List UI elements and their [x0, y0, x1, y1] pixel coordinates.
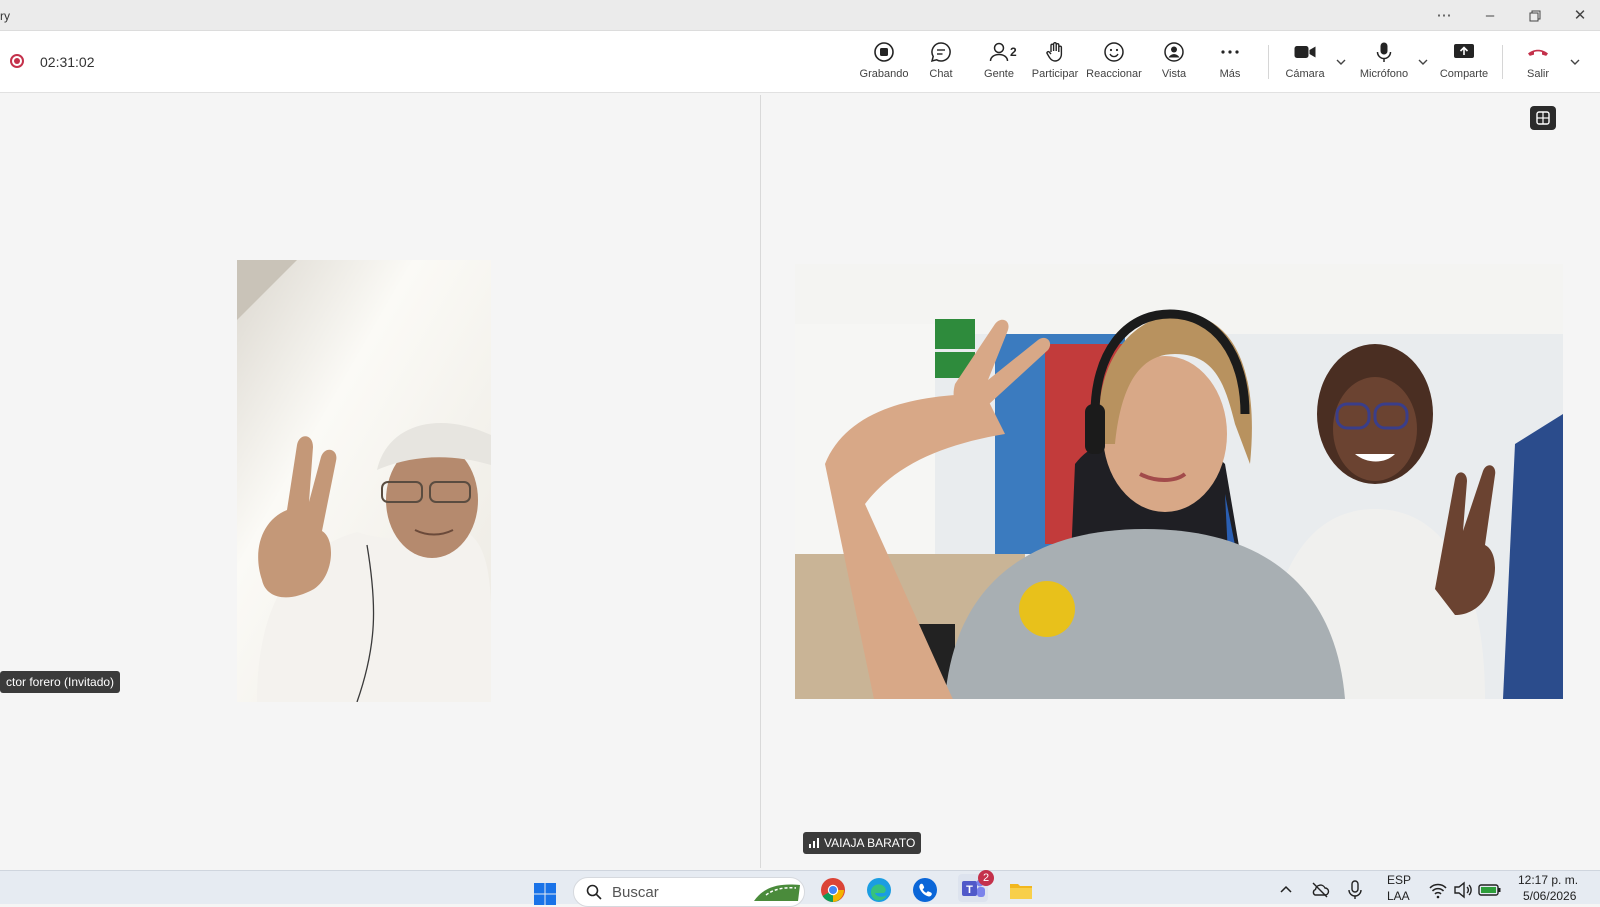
raise-hand-icon	[1046, 42, 1063, 62]
signal-bars-icon	[809, 838, 819, 848]
leave-button[interactable]: Salir	[1520, 41, 1556, 87]
chrome-icon[interactable]	[820, 877, 846, 903]
chevron-up-icon[interactable]	[1278, 882, 1294, 898]
camera-button[interactable]: Cámara	[1282, 41, 1328, 87]
edge-icon[interactable]	[866, 877, 892, 903]
taskbar-time[interactable]: 12:17 p. m.	[1518, 873, 1578, 887]
wifi-icon[interactable]	[1428, 880, 1448, 900]
recording-button[interactable]: Grabando	[856, 41, 912, 87]
microphone-in-use-icon[interactable]	[1346, 880, 1364, 900]
more-options-icon[interactable]: ⋯	[1430, 6, 1458, 26]
search-highlight-icon	[754, 884, 800, 901]
people-icon	[989, 42, 1009, 62]
toolbar-separator	[1502, 45, 1503, 79]
participant-video-frame	[795, 264, 1563, 699]
microphone-button[interactable]: Micrófono	[1356, 41, 1412, 87]
react-button[interactable]: Reaccionar	[1086, 41, 1142, 87]
input-language-bottom[interactable]: LAA	[1387, 889, 1410, 903]
title-bar: ry ⋯ – ✕	[0, 0, 1600, 31]
emoji-icon	[1104, 42, 1124, 62]
cloud-sync-off-icon[interactable]	[1310, 880, 1330, 900]
meeting-toolbar: 02:31:02 Grabando Chat 2 Gente Participa…	[0, 31, 1600, 93]
teams-notification-badge: 2	[978, 870, 994, 886]
battery-charging-icon[interactable]	[1478, 882, 1502, 898]
share-button[interactable]: Comparte	[1438, 41, 1490, 87]
meeting-timer: 02:31:02	[40, 54, 95, 70]
raise-hand-button[interactable]: Participar	[1030, 41, 1080, 87]
leave-options-chevron-down-icon[interactable]	[1568, 55, 1582, 69]
grid-layout-icon	[1536, 111, 1550, 125]
participant-video-right[interactable]	[795, 264, 1563, 699]
gallery-layout-button[interactable]	[1530, 106, 1556, 130]
participant-video-left[interactable]	[237, 260, 491, 702]
windows-start-icon[interactable]	[533, 882, 557, 906]
video-camera-icon	[1294, 46, 1316, 58]
people-button[interactable]: 2 Gente	[976, 41, 1022, 87]
taskbar-date[interactable]: 5/06/2026	[1523, 889, 1576, 903]
teams-taskbar-button[interactable]: T 2	[958, 870, 994, 902]
phone-app-icon[interactable]	[912, 877, 938, 903]
chat-icon	[930, 42, 951, 63]
svg-text:T: T	[966, 884, 973, 896]
search-icon	[586, 884, 602, 900]
view-button[interactable]: Vista	[1152, 41, 1196, 87]
minimize-button[interactable]: –	[1476, 6, 1504, 26]
close-button[interactable]: ✕	[1566, 6, 1594, 26]
taskbar-search-input[interactable]: Buscar	[573, 877, 805, 907]
more-button[interactable]: Más	[1210, 41, 1250, 87]
more-icon	[1221, 50, 1239, 54]
share-screen-icon	[1454, 44, 1474, 58]
participant-name-tag: VAIAJA BARATO	[803, 832, 922, 854]
toolbar-separator	[1268, 45, 1269, 79]
volume-icon[interactable]	[1453, 880, 1473, 900]
participant-video-frame	[237, 260, 491, 702]
restore-button[interactable]	[1521, 6, 1549, 26]
stage-divider	[760, 95, 761, 868]
search-placeholder: Buscar	[612, 884, 659, 901]
participant-name-tag: ctor forero (Invitado)	[0, 671, 121, 693]
microphone-icon	[1376, 42, 1392, 62]
window-title: ry	[0, 9, 10, 23]
people-count: 2	[1010, 45, 1017, 59]
chat-button[interactable]: Chat	[920, 41, 962, 87]
input-language-top[interactable]: ESP	[1387, 873, 1411, 887]
file-explorer-icon[interactable]	[1008, 877, 1034, 903]
recording-indicator-icon	[10, 54, 24, 68]
hang-up-icon	[1528, 49, 1548, 56]
camera-options-chevron-down-icon[interactable]	[1334, 55, 1348, 69]
view-icon	[1164, 42, 1184, 62]
windows-taskbar: Buscar T 2 ESP LAA 12:17 p. m. 5/06/2026	[0, 870, 1600, 907]
microphone-options-chevron-down-icon[interactable]	[1416, 55, 1430, 69]
record-stop-icon	[874, 42, 894, 62]
